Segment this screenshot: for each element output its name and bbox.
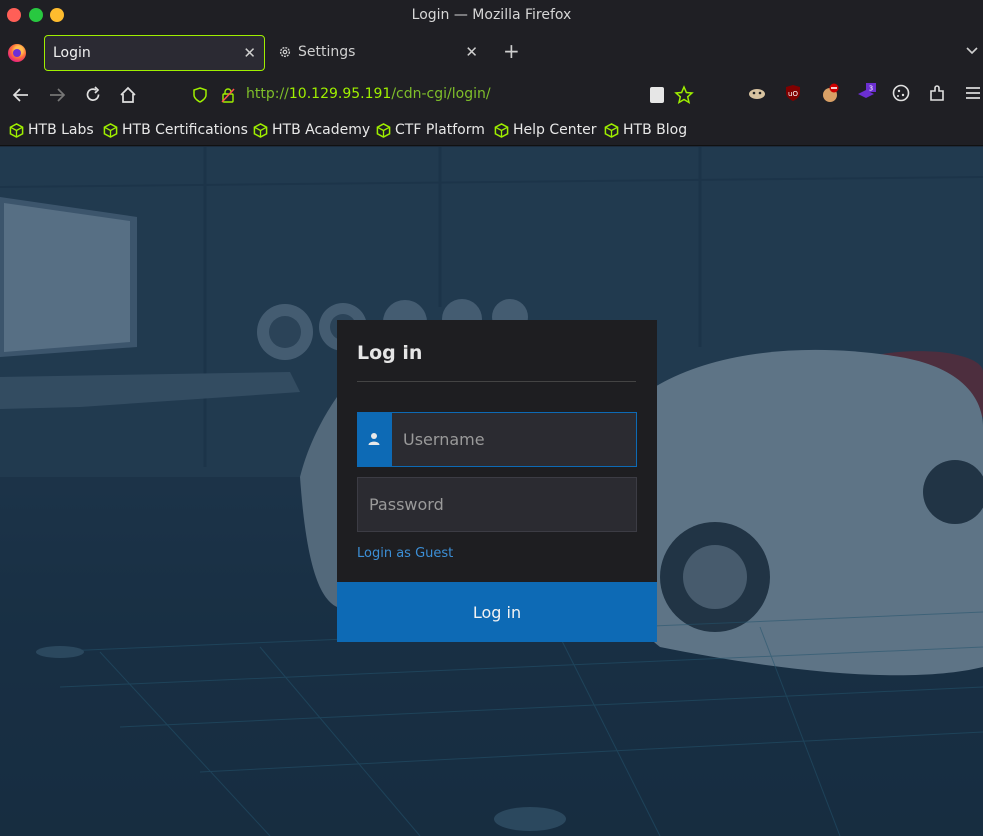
htb-cube-icon [253, 122, 268, 138]
bookmark-ctf-platform[interactable]: CTF Platform [376, 122, 485, 138]
tab-label: Login [53, 45, 91, 61]
bookmark-label: CTF Platform [395, 122, 485, 138]
gear-icon [279, 46, 291, 58]
title-divider [357, 381, 636, 382]
bookmark-htb-labs[interactable]: HTB Labs [9, 122, 94, 138]
tab-settings[interactable]: Settings ✕ [272, 35, 486, 71]
htb-cube-icon [494, 122, 509, 138]
tab-login[interactable]: Login ✕ [44, 35, 265, 71]
cookie-icon[interactable] [891, 83, 911, 103]
lock-icon[interactable] [220, 87, 236, 103]
bookmark-label: HTB Certifications [122, 122, 248, 138]
navigation-toolbar: http://10.129.95.191/cdn-cgi/login/ uO 3 [0, 74, 983, 116]
login-button[interactable]: Log in [337, 582, 657, 642]
close-tab-icon[interactable]: ✕ [243, 44, 256, 62]
user-icon [368, 433, 380, 445]
bookmark-htb-academy[interactable]: HTB Academy [253, 122, 370, 138]
new-tab-button[interactable]: + [503, 41, 520, 61]
reader-icon[interactable] [650, 87, 664, 103]
bookmark-label: Help Center [513, 122, 597, 138]
password-input[interactable] [357, 477, 637, 532]
bookmark-label: HTB Blog [623, 122, 688, 138]
svg-text:uO: uO [788, 90, 798, 98]
extension-face-icon[interactable] [820, 83, 840, 103]
username-input-group [357, 412, 637, 467]
htb-cube-icon [604, 122, 619, 138]
login-card: Log in Login as Guest Log in [337, 320, 657, 642]
firefox-logo-icon [8, 44, 26, 62]
chevron-down-icon[interactable] [965, 44, 979, 58]
bookmark-htb-blog[interactable]: HTB Blog [604, 122, 687, 138]
htb-cube-icon [376, 122, 391, 138]
shield-icon[interactable] [192, 87, 208, 103]
reload-icon[interactable] [83, 85, 103, 105]
extension-badge-icon[interactable]: 3 [856, 83, 876, 103]
window-titlebar: Login — Mozilla Firefox [0, 0, 983, 32]
login-title: Log in [357, 342, 423, 364]
htb-cube-icon [103, 122, 118, 138]
extension-badge-count: 3 [869, 85, 873, 93]
extension-fox-icon[interactable] [747, 83, 767, 103]
ublock-icon[interactable]: uO [783, 83, 803, 103]
url-host: 10.129.95.191 [288, 86, 392, 102]
login-as-guest-link[interactable]: Login as Guest [357, 546, 453, 561]
username-input[interactable] [391, 412, 637, 467]
tab-bar: Login ✕ Settings ✕ + [0, 32, 983, 74]
menu-icon[interactable] [963, 83, 983, 103]
url-bar[interactable]: http://10.129.95.191/cdn-cgi/login/ [184, 79, 704, 111]
bookmark-label: HTB Labs [28, 122, 94, 138]
home-icon[interactable] [118, 85, 138, 105]
page-content: Log in Login as Guest Log in [0, 147, 983, 836]
forward-icon[interactable] [47, 85, 67, 105]
bookmark-label: HTB Academy [272, 122, 371, 138]
bookmark-htb-certifications[interactable]: HTB Certifications [103, 122, 248, 138]
url-text[interactable]: http://10.129.95.191/cdn-cgi/login/ [246, 86, 491, 102]
tab-label: Settings [298, 44, 356, 60]
url-path: /cdn-cgi/login/ [391, 86, 491, 102]
window-title: Login — Mozilla Firefox [411, 7, 572, 23]
bookmarks-toolbar: HTB Labs HTB Certifications HTB Academy … [0, 116, 983, 146]
htb-cube-icon [9, 122, 24, 138]
url-prefix: http:// [246, 86, 289, 102]
extensions-icon[interactable] [927, 83, 947, 103]
back-icon[interactable] [11, 85, 31, 105]
star-icon[interactable] [674, 85, 694, 105]
bookmark-help-center[interactable]: Help Center [494, 122, 597, 138]
close-tab-icon[interactable]: ✕ [465, 43, 478, 61]
username-addon [357, 412, 391, 467]
